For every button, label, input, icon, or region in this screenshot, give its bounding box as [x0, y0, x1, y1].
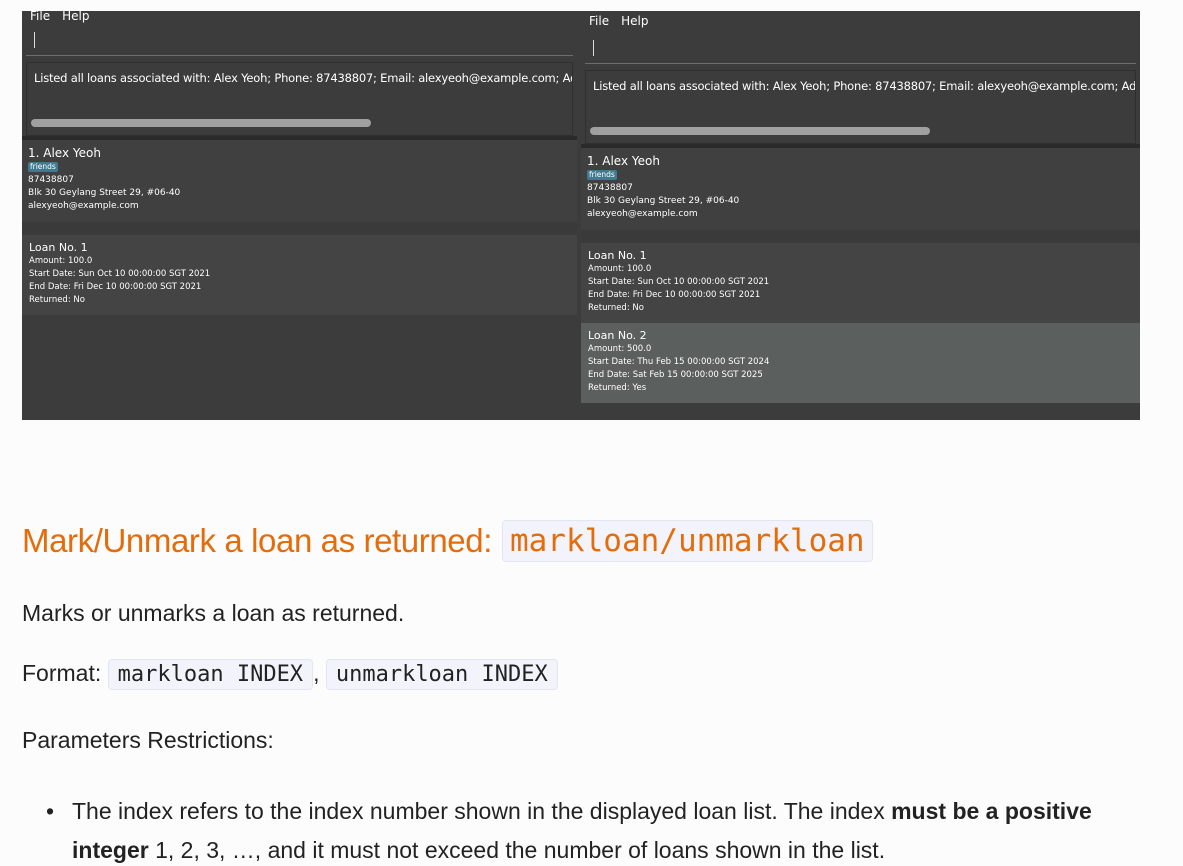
spacer — [581, 230, 1140, 243]
result-text: Listed all loans associated with: Alex Y… — [34, 71, 573, 85]
person-phone: 87438807 — [587, 183, 633, 193]
loan-start-date: Start Date: Thu Feb 15 00:00:00 SGT 2024 — [588, 357, 770, 367]
section-heading-text: Mark/Unmark a loan as returned: — [22, 522, 492, 559]
text-caret — [34, 32, 35, 48]
loan-title: Loan No. 2 — [588, 329, 647, 342]
text-caret — [593, 40, 594, 56]
loan-card[interactable]: Loan No. 1 Amount: 100.0 Start Date: Sun… — [581, 243, 1140, 323]
section-heading: Mark/Unmark a loan as returned: markloan… — [22, 520, 873, 562]
person-address: Blk 30 Geylang Street 29, #06-40 — [587, 196, 740, 206]
loan-amount: Amount: 500.0 — [588, 344, 652, 354]
params-label: Parameters Restrictions: — [22, 727, 274, 753]
format-code-unmarkloan: unmarkloan INDEX — [325, 659, 558, 690]
format-label: Format: — [22, 660, 102, 686]
horizontal-scrollbar[interactable] — [31, 119, 371, 127]
loan-card[interactable]: Loan No. 1 Amount: 100.0 Start Date: Sun… — [22, 235, 577, 315]
bullet-text-part1: The index refers to the index number sho… — [72, 798, 892, 824]
menu-bar: File Help — [22, 9, 577, 23]
menu-file[interactable]: File — [589, 14, 609, 28]
person-email: alexyeoh@example.com — [587, 209, 698, 219]
tag-badge: friends — [28, 162, 58, 172]
menu-file[interactable]: File — [30, 9, 50, 23]
section-heading-code: markloan/unmarkloan — [501, 520, 873, 562]
horizontal-scrollbar[interactable] — [590, 127, 930, 135]
result-display: Listed all loans associated with: Alex Y… — [585, 70, 1136, 144]
bullet-dot: • — [46, 798, 55, 824]
loan-end-date: End Date: Fri Dec 10 00:00:00 SGT 2021 — [588, 290, 761, 300]
format-line: Format: markloan INDEX, unmarkloan INDEX — [22, 659, 558, 690]
bullet-text-part2: 1, 2, 3, …, and it must not exceed the n… — [148, 837, 886, 863]
list-item: • The index refers to the index number s… — [46, 792, 1146, 866]
loan-amount: Amount: 100.0 — [588, 264, 652, 274]
section-description: Marks or unmarks a loan as returned. — [22, 600, 405, 626]
menu-help[interactable]: Help — [62, 9, 89, 23]
loan-title: Loan No. 1 — [588, 249, 647, 262]
person-card[interactable]: 1. Alex Yeoh friends 87438807 Blk 30 Gey… — [581, 148, 1140, 230]
command-input[interactable] — [26, 26, 573, 56]
command-input[interactable] — [585, 34, 1136, 64]
person-address: Blk 30 Geylang Street 29, #06-40 — [28, 188, 181, 198]
loan-start-date: Start Date: Sun Oct 10 00:00:00 SGT 2021 — [588, 277, 770, 287]
loan-end-date: End Date: Fri Dec 10 00:00:00 SGT 2021 — [29, 282, 202, 292]
person-phone: 87438807 — [28, 175, 74, 185]
loan-returned: Returned: Yes — [588, 383, 647, 393]
loan-card-selected[interactable]: Loan No. 2 Amount: 500.0 Start Date: Thu… — [581, 323, 1140, 403]
app-window-after: File Help Listed all loans associated wi… — [581, 11, 1140, 420]
app-window-before: File Help Listed all loans associated wi… — [22, 9, 581, 420]
bullet-text: The index refers to the index number sho… — [72, 792, 1146, 866]
loan-returned: Returned: No — [29, 295, 85, 305]
loan-title: Loan No. 1 — [29, 241, 88, 254]
person-email: alexyeoh@example.com — [28, 201, 139, 211]
menu-help[interactable]: Help — [621, 14, 648, 28]
loan-start-date: Start Date: Sun Oct 10 00:00:00 SGT 2021 — [29, 269, 211, 279]
result-text: Listed all loans associated with: Alex Y… — [593, 79, 1136, 93]
screenshot-pair: File Help Listed all loans associated wi… — [22, 9, 1140, 420]
format-code-markloan: markloan INDEX — [107, 659, 314, 690]
menu-bar: File Help — [581, 11, 1140, 31]
tag-badge: friends — [587, 170, 617, 180]
person-name: 1. Alex Yeoh — [587, 154, 660, 168]
result-display: Listed all loans associated with: Alex Y… — [26, 62, 573, 136]
loan-returned: Returned: No — [588, 303, 644, 313]
loan-amount: Amount: 100.0 — [29, 256, 93, 266]
person-name: 1. Alex Yeoh — [28, 146, 101, 160]
person-card[interactable]: 1. Alex Yeoh friends 87438807 Blk 30 Gey… — [22, 140, 577, 222]
spacer — [22, 222, 577, 235]
format-separator: , — [313, 660, 320, 686]
loan-end-date: End Date: Sat Feb 15 00:00:00 SGT 2025 — [588, 370, 763, 380]
